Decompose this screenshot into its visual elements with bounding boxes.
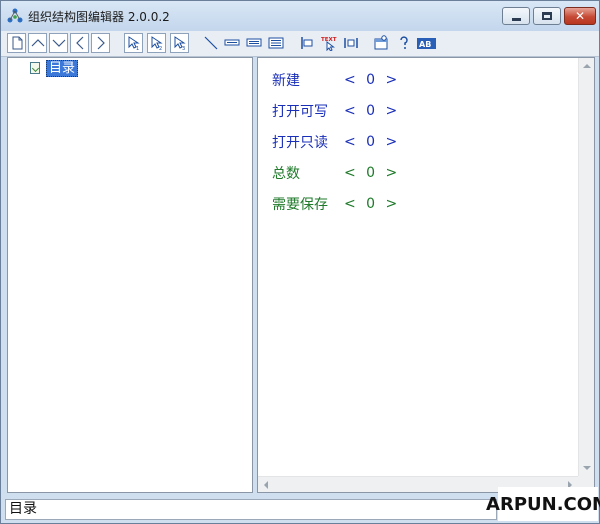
info-value: < 0 >: [344, 72, 401, 88]
move-down-icon: [52, 39, 66, 47]
select-1-button[interactable]: 1: [124, 33, 143, 53]
scroll-left-icon[interactable]: [264, 481, 268, 489]
app-logo-icon: [7, 8, 23, 23]
info-value: < 0 >: [344, 165, 401, 181]
info-value: < 0 >: [344, 103, 401, 119]
line-icon: [204, 36, 218, 50]
app-window: 组织结构图编辑器 2.0.0.2 ✕ 1 2 3 TEXT AB 目录 新建 <…: [0, 0, 600, 524]
layout-3-button[interactable]: [266, 33, 285, 53]
title-bar[interactable]: 组织结构图编辑器 2.0.0.2 ✕: [1, 1, 599, 31]
ab-text-icon: AB: [417, 38, 436, 49]
info-row-open-writable: 打开可写 < 0 >: [272, 101, 400, 121]
move-right-icon: [97, 36, 105, 50]
info-row-need-save: 需要保存 < 0 >: [272, 194, 400, 214]
svg-text:2: 2: [159, 46, 162, 51]
select-3-icon: 3: [174, 36, 186, 51]
new-document-button[interactable]: [7, 33, 26, 53]
align-left-icon: [301, 37, 313, 49]
tree-node-label[interactable]: 目录: [46, 59, 79, 77]
move-up-icon: [31, 39, 45, 47]
info-pane: 新建 < 0 > 打开可写 < 0 > 打开只读 < 0 > 总数 < 0 > …: [257, 57, 595, 493]
ab-text-button[interactable]: AB: [415, 33, 436, 53]
svg-text:1: 1: [136, 46, 139, 51]
info-value: < 0 >: [344, 134, 401, 150]
svg-text:3: 3: [182, 46, 185, 51]
select-2-button[interactable]: 2: [147, 33, 166, 53]
svg-text:TEXT: TEXT: [321, 37, 337, 43]
help-button[interactable]: [394, 33, 413, 53]
document-check-icon: [30, 62, 40, 74]
layout-3-icon: [268, 37, 284, 49]
info-value: < 0 >: [344, 196, 401, 212]
distribute-icon: [344, 38, 358, 48]
select-3-button[interactable]: 3: [170, 33, 189, 53]
help-icon: [400, 36, 408, 49]
svg-text:AB: AB: [419, 40, 431, 49]
tree-node-root[interactable]: 目录: [30, 59, 79, 77]
layout-1-icon: [224, 39, 240, 46]
minimize-icon: [511, 17, 521, 21]
minimize-button[interactable]: [502, 7, 530, 25]
window-title: 组织结构图编辑器 2.0.0.2: [28, 10, 170, 24]
scroll-down-icon[interactable]: [583, 466, 591, 470]
info-label: 总数: [272, 166, 300, 182]
info-row-new: 新建 < 0 >: [272, 70, 400, 90]
maximize-button[interactable]: [533, 7, 561, 25]
text-select-icon: TEXT: [321, 37, 337, 51]
info-row-total: 总数 < 0 >: [272, 163, 400, 183]
select-1-icon: 1: [128, 36, 140, 51]
close-icon: ✕: [574, 9, 586, 23]
scroll-up-icon[interactable]: [583, 64, 591, 68]
close-button[interactable]: ✕: [564, 7, 596, 25]
properties-icon: [374, 35, 388, 50]
properties-button[interactable]: [371, 33, 390, 53]
move-right-button[interactable]: [91, 33, 110, 53]
move-left-button[interactable]: [70, 33, 89, 53]
info-label: 打开可写: [272, 104, 328, 120]
info-label: 新建: [272, 73, 300, 89]
move-down-button[interactable]: [49, 33, 68, 53]
info-label: 需要保存: [272, 197, 328, 213]
new-document-icon: [12, 36, 23, 50]
layout-2-icon: [246, 38, 262, 47]
maximize-icon: [542, 12, 552, 20]
tree-pane[interactable]: 目录: [7, 57, 253, 493]
layout-1-button[interactable]: [222, 33, 241, 53]
distribute-button[interactable]: [341, 33, 360, 53]
toolbar: 1 2 3 TEXT AB: [1, 31, 599, 57]
select-2-icon: 2: [151, 36, 163, 51]
info-row-open-readonly: 打开只读 < 0 >: [272, 132, 400, 152]
align-left-button[interactable]: [297, 33, 316, 53]
move-up-button[interactable]: [28, 33, 47, 53]
layout-2-button[interactable]: [244, 33, 263, 53]
info-label: 打开只读: [272, 135, 328, 151]
line-button[interactable]: [201, 33, 220, 53]
vertical-scrollbar[interactable]: [578, 58, 594, 476]
text-select-button[interactable]: TEXT: [319, 33, 338, 53]
move-left-icon: [76, 36, 84, 50]
status-text: 目录: [5, 499, 497, 520]
watermark: ARPUN.COM: [486, 487, 600, 521]
